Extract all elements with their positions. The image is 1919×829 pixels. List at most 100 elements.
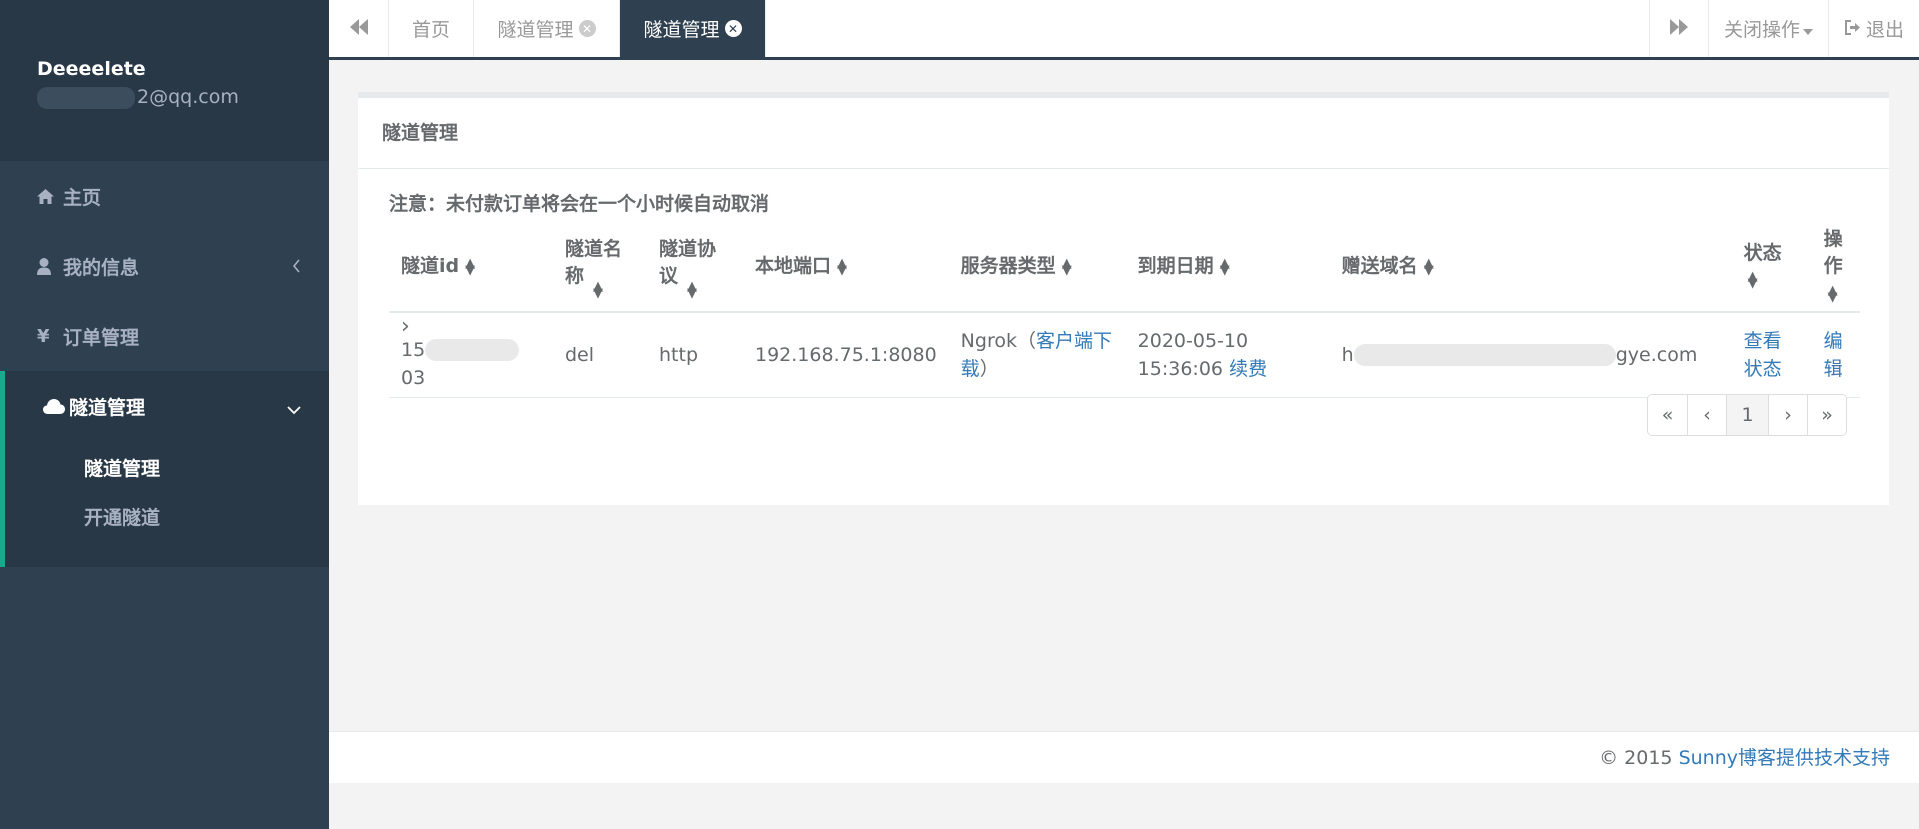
double-chevron-left-icon	[349, 18, 368, 40]
column-header-label: 赠送域名	[1341, 255, 1418, 277]
column-header-domain[interactable]: 赠送域名 ▲ ▼	[1329, 222, 1732, 313]
last-page-button[interactable]: »	[1807, 395, 1846, 435]
cell-expire-date: 2020-05-10 15:36:06 续费	[1125, 312, 1330, 398]
cell-domain: h gye.com	[1329, 312, 1732, 398]
sidebar-item-tunnels[interactable]: 隧道管理	[0, 371, 329, 441]
sort-icon: ▲ ▼	[1827, 282, 1838, 305]
sort-icon: ▲ ▼	[465, 255, 476, 278]
cell-ops: 编辑	[1811, 312, 1860, 398]
sidebar-subitem-tunnel-manage[interactable]: 隧道管理	[84, 445, 329, 494]
view-status-link[interactable]: 查看状态	[1744, 327, 1788, 383]
scroll-tabs-left-button[interactable]	[329, 0, 389, 57]
redacted-text	[1353, 344, 1616, 367]
sidebar-item-label: 主页	[63, 186, 102, 209]
footer-support-link[interactable]: Sunny博客提供技术支持	[1679, 747, 1890, 769]
column-header-label: 状态	[1743, 241, 1782, 264]
column-header-status[interactable]: 状态 ▲ ▼	[1731, 222, 1812, 313]
sort-icon: ▲ ▼	[1219, 255, 1230, 278]
table-header-row: 隧道id ▲ ▼ 隧道名称 ▲ ▼ 隧道协议 ▲ ▼ 本地端口 ▲ ▼ 服务器类型 ▲ ▼ 到期日期…	[389, 222, 1860, 313]
cell-tunnel-id: › 15 03	[389, 312, 553, 398]
next-page-button[interactable]: ›	[1768, 395, 1807, 435]
sort-icon: ▲ ▼	[1423, 255, 1434, 278]
sidebar-subitem-open-tunnel[interactable]: 开通隧道	[84, 494, 329, 543]
close-operations-dropdown[interactable]: 关闭操作	[1709, 0, 1829, 57]
sidebar-item-orders[interactable]: ¥ 订单管理	[0, 301, 329, 371]
tunnels-submenu: 隧道管理 开通隧道	[0, 441, 329, 567]
double-chevron-right-icon	[1670, 18, 1688, 40]
prev-page-button[interactable]: ‹	[1687, 395, 1726, 435]
dropdown-label: 关闭操作	[1723, 19, 1800, 41]
yen-icon: ¥	[37, 325, 50, 347]
user-profile: Deeeelete 2@qq.com	[0, 0, 329, 161]
tab-bar: 首页 隧道管理 ✕ 隧道管理 ✕ 关闭操作 退出	[329, 0, 1919, 60]
column-header-local-port[interactable]: 本地端口 ▲ ▼	[743, 222, 949, 313]
tunnel-id-prefix: 15	[401, 338, 426, 361]
caret-down-icon	[1803, 18, 1813, 40]
tab-home[interactable]: 首页	[389, 0, 474, 57]
expire-time-text: 15:36:06	[1137, 357, 1224, 380]
panel-title: 隧道管理	[358, 98, 1889, 169]
table-row: › 15 03 del http 192.168.75.1:8080 Ngrok（…	[389, 312, 1860, 398]
sidebar: Deeeelete 2@qq.com 主页 我的信息 ¥ 订单管理 隧道管理 隧…	[0, 0, 329, 829]
column-header-label: 到期日期	[1137, 255, 1214, 277]
scroll-tabs-right-button[interactable]	[1649, 0, 1709, 57]
copyright-text: © 2015	[1599, 747, 1673, 769]
expand-row-icon[interactable]: ›	[401, 315, 541, 337]
column-header-label: 本地端口	[755, 255, 832, 277]
cell-local-port: 192.168.75.1:8080	[743, 312, 949, 398]
column-header-server-type[interactable]: 服务器类型 ▲ ▼	[948, 222, 1126, 313]
cloud-icon	[43, 398, 69, 414]
column-header-ops[interactable]: 操作 ▲ ▼	[1811, 222, 1860, 313]
sidebar-item-home[interactable]: 主页	[0, 161, 329, 231]
server-type-text: Ngrok	[960, 329, 1017, 352]
expire-date-text: 2020-05-10	[1137, 329, 1249, 352]
column-header-id[interactable]: 隧道id ▲ ▼	[389, 222, 553, 313]
tab-label: 隧道管理	[497, 19, 574, 41]
close-tab-icon[interactable]: ✕	[724, 20, 742, 37]
sort-icon: ▲ ▼	[1747, 269, 1758, 291]
edit-link[interactable]: 编辑	[1824, 330, 1843, 380]
footer: © 2015 Sunny博客提供技术支持	[329, 731, 1919, 783]
sort-icon: ▲ ▼	[1061, 255, 1072, 278]
cell-tunnel-name: del	[553, 312, 647, 398]
cell-status: 查看状态	[1731, 312, 1812, 398]
first-page-button[interactable]: «	[1648, 395, 1687, 435]
cell-tunnel-protocol: http	[647, 312, 743, 398]
user-email: 2@qq.com	[37, 86, 329, 109]
sort-icon: ▲ ▼	[593, 279, 603, 302]
user-icon	[37, 257, 63, 275]
sidebar-item-label: 我的信息	[63, 256, 140, 279]
home-icon	[37, 188, 63, 204]
sort-icon: ▲ ▼	[837, 255, 848, 278]
chevron-left-icon	[292, 256, 301, 278]
column-header-name[interactable]: 隧道名称 ▲ ▼	[553, 222, 647, 313]
column-header-label: 操作	[1823, 228, 1843, 277]
tunnel-management-panel: 隧道管理 注意：未付款订单将会在一个小时候自动取消 隧道id ▲ ▼ 隧道名称 ▲ ▼ …	[358, 92, 1889, 505]
sidebar-item-label: 隧道管理	[69, 396, 146, 419]
logout-button[interactable]: 退出	[1829, 0, 1919, 57]
tunnels-table: 隧道id ▲ ▼ 隧道名称 ▲ ▼ 隧道协议 ▲ ▼ 本地端口 ▲ ▼ 服务器类型 ▲ ▼ 到期日期…	[389, 222, 1860, 398]
domain-suffix: gye.com	[1615, 343, 1698, 366]
tab-tunnel-manage-2[interactable]: 隧道管理 ✕	[620, 0, 766, 57]
cell-server-type: Ngrok（客户端下载）	[948, 312, 1126, 398]
tab-tunnel-manage-1[interactable]: 隧道管理 ✕	[474, 0, 620, 57]
page-1-button[interactable]: 1	[1726, 395, 1768, 435]
tab-label: 首页	[411, 19, 450, 41]
column-header-expire-date[interactable]: 到期日期 ▲ ▼	[1125, 222, 1330, 313]
close-tab-icon[interactable]: ✕	[578, 20, 596, 37]
user-name[interactable]: Deeeelete	[37, 58, 329, 80]
column-header-label: 隧道id	[401, 255, 460, 277]
redacted-text	[37, 86, 135, 109]
sign-out-icon	[1844, 18, 1861, 40]
column-header-protocol[interactable]: 隧道协议 ▲ ▼	[647, 222, 743, 313]
pagination: « ‹ 1 › »	[1647, 394, 1847, 436]
redacted-text	[425, 339, 520, 362]
logout-label: 退出	[1865, 19, 1904, 41]
tunnel-id-suffix: 03	[401, 366, 426, 389]
domain-prefix: h	[1341, 343, 1354, 366]
tab-label: 隧道管理	[643, 19, 720, 41]
chevron-down-icon	[287, 398, 301, 420]
user-email-text: 2@qq.com	[137, 86, 239, 108]
sidebar-item-my-info[interactable]: 我的信息	[0, 231, 329, 301]
renew-link[interactable]: 续费	[1229, 358, 1267, 380]
